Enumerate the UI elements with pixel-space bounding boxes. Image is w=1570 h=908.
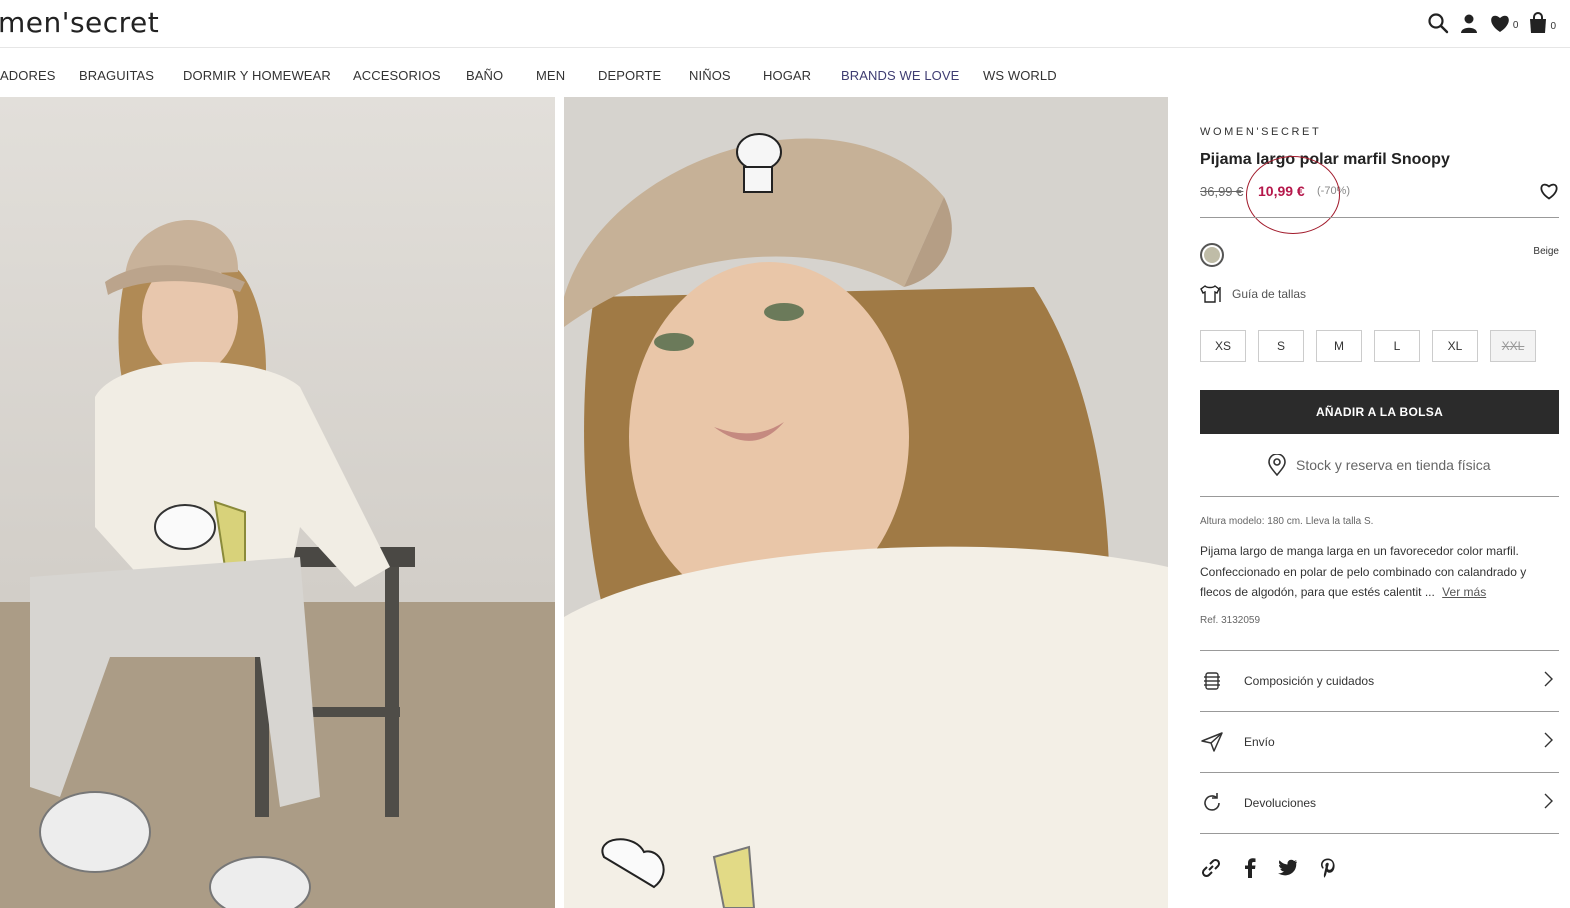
heart-icon <box>1491 15 1509 32</box>
accordion-composition-label: Composición y cuidados <box>1244 674 1375 688</box>
accordion-shipping[interactable]: Envío <box>1200 712 1559 772</box>
nav-item-hogar[interactable]: HOGAR <box>763 68 811 83</box>
refresh-icon <box>1200 792 1224 814</box>
accordion-divider-bottom <box>1200 833 1559 834</box>
bag-count: 0 <box>1550 21 1556 32</box>
size-guide-label: Guía de tallas <box>1232 287 1307 301</box>
fabric-care-icon <box>1200 670 1224 692</box>
wishlist-button[interactable]: 0 <box>1489 13 1519 33</box>
product-description: Pijama largo de manga larga en un favore… <box>1200 541 1559 603</box>
color-swatch-beige[interactable] <box>1200 243 1224 267</box>
price-divider <box>1200 217 1559 218</box>
accordion-composition[interactable]: Composición y cuidados <box>1200 651 1559 711</box>
store-stock-link[interactable]: Stock y reserva en tienda física <box>1268 454 1491 476</box>
nav-item-ninos[interactable]: NIÑOS <box>689 68 731 83</box>
location-pin-icon <box>1268 454 1286 476</box>
chevron-right-icon <box>1543 793 1553 814</box>
nav-item-brands-we-love[interactable]: BRANDS WE LOVE <box>841 68 959 83</box>
annotation-circle <box>1246 156 1340 234</box>
accordion-returns[interactable]: Devoluciones <box>1200 773 1559 833</box>
accordion-shipping-label: Envío <box>1244 735 1275 749</box>
site-logo[interactable]: men'secret <box>0 6 159 39</box>
heart-outline-icon <box>1540 183 1558 200</box>
search-icon[interactable] <box>1427 12 1449 34</box>
bag-button[interactable]: 0 <box>1528 12 1556 34</box>
size-xl-button[interactable]: XL <box>1432 330 1478 362</box>
site-header: men'secret 0 0 <box>0 0 1570 48</box>
share-bar <box>1200 857 1336 884</box>
size-xs-button[interactable]: XS <box>1200 330 1246 362</box>
link-icon[interactable] <box>1200 857 1222 884</box>
product-brand: WOMEN'SECRET <box>1200 126 1322 138</box>
size-s-button[interactable]: S <box>1258 330 1304 362</box>
facebook-icon[interactable] <box>1244 858 1256 883</box>
size-m-button[interactable]: M <box>1316 330 1362 362</box>
chevron-right-icon <box>1543 671 1553 692</box>
product-photo-full-body[interactable] <box>0 97 555 908</box>
size-guide-link[interactable]: Guía de tallas <box>1200 285 1306 303</box>
model-info: Altura modelo: 180 cm. Lleva la talla S. <box>1200 516 1374 527</box>
nav-item-dormir-homewear[interactable]: DORMIR Y HOMEWEAR <box>183 68 331 83</box>
twitter-icon[interactable] <box>1278 859 1298 882</box>
nav-item-adores[interactable]: ADORES <box>0 68 56 83</box>
selected-color-name: Beige <box>1533 246 1559 257</box>
chevron-right-icon <box>1543 732 1553 753</box>
store-stock-label: Stock y reserva en tienda física <box>1296 457 1491 473</box>
user-icon[interactable] <box>1459 12 1479 34</box>
size-l-button[interactable]: L <box>1374 330 1420 362</box>
pinterest-icon[interactable] <box>1320 858 1336 883</box>
stock-divider <box>1200 496 1559 497</box>
nav-item-men[interactable]: MEN <box>536 68 565 83</box>
shirt-ruler-icon <box>1200 285 1221 303</box>
paper-plane-icon <box>1200 732 1224 752</box>
nav-item-accesorios[interactable]: ACCESORIOS <box>353 68 441 83</box>
nav-item-braguitas[interactable]: BRAGUITAS <box>79 68 154 83</box>
wishlist-count: 0 <box>1512 20 1519 31</box>
original-price: 36,99 € <box>1200 184 1244 199</box>
add-to-bag-button[interactable]: AÑADIR A LA BOLSA <box>1200 390 1559 434</box>
size-xxl-button[interactable]: XXL <box>1490 330 1536 362</box>
see-more-link[interactable]: Ver más <box>1442 585 1486 599</box>
nav-item-ws-world[interactable]: WS WORLD <box>983 68 1057 83</box>
bag-icon <box>1530 12 1547 33</box>
add-to-wishlist-button[interactable] <box>1539 182 1559 205</box>
main-nav: ADORES BRAGUITAS DORMIR Y HOMEWEAR ACCES… <box>0 48 1570 98</box>
accordion-returns-label: Devoluciones <box>1244 796 1317 810</box>
nav-item-deporte[interactable]: DEPORTE <box>598 68 661 83</box>
nav-item-bano[interactable]: BAÑO <box>466 68 503 83</box>
product-reference: Ref. 3132059 <box>1200 615 1261 626</box>
product-photo-close-up[interactable] <box>564 97 1168 908</box>
size-selector: XS S M L XL XXL <box>1200 330 1536 362</box>
header-icons: 0 0 <box>1427 12 1556 34</box>
